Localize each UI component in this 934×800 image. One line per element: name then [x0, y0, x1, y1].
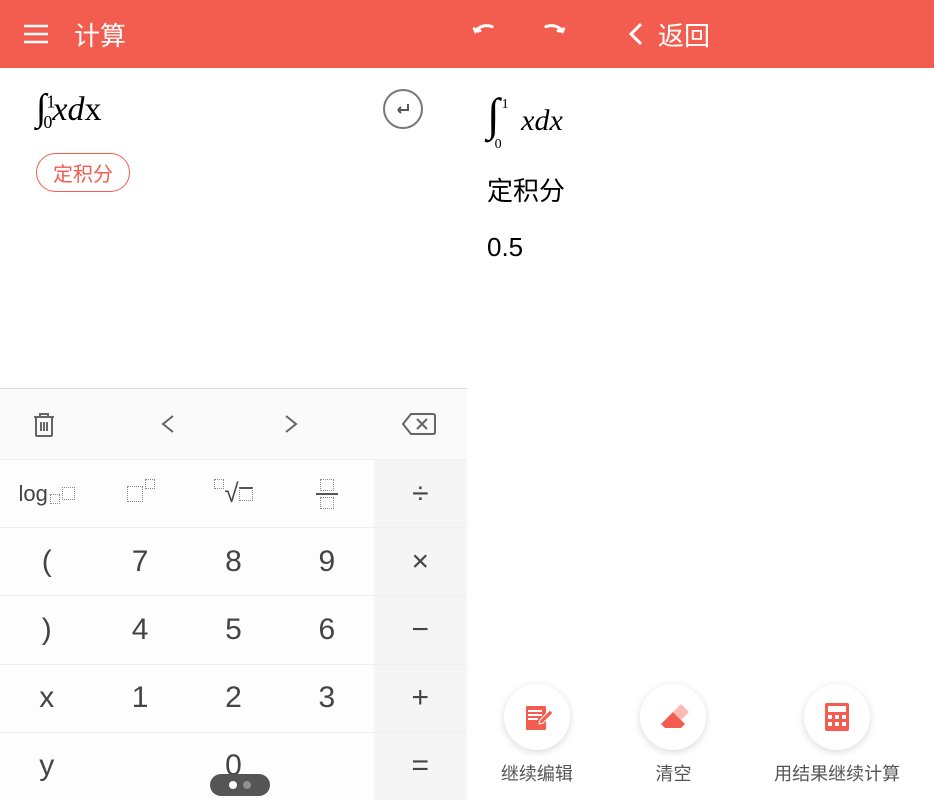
key-x[interactable]: x — [0, 664, 93, 732]
key-3[interactable]: 3 — [280, 664, 373, 732]
expression-row: ∫10xdx — [36, 86, 443, 133]
key-fraction[interactable] — [280, 459, 373, 527]
backspace-icon[interactable] — [401, 411, 437, 437]
edit-button[interactable] — [504, 684, 570, 750]
prev-icon[interactable] — [158, 413, 180, 435]
undo-icon[interactable] — [467, 18, 499, 50]
key-grid: log √ ÷ ( 7 8 9 × ) 4 5 6 − x 1 2 — [0, 459, 467, 800]
key-9[interactable]: 9 — [280, 527, 373, 595]
edit-label: 继续编辑 — [501, 760, 573, 786]
expression-area[interactable]: ∫10xdx 定积分 — [0, 68, 467, 388]
result-expression: ∫10 xdx — [483, 88, 934, 141]
key-minus[interactable]: − — [374, 595, 467, 663]
key-plus[interactable]: + — [374, 664, 467, 732]
key-2[interactable]: 2 — [187, 664, 280, 732]
operation-tag[interactable]: 定积分 — [36, 153, 130, 192]
key-root[interactable]: √ — [187, 459, 280, 527]
key-1[interactable]: 1 — [93, 664, 186, 732]
key-blank2[interactable] — [280, 732, 373, 800]
continue-label: 用结果继续计算 — [774, 760, 900, 786]
continue-button[interactable] — [804, 684, 870, 750]
key-5[interactable]: 5 — [187, 595, 280, 663]
key-lparen[interactable]: ( — [0, 527, 93, 595]
result-value: 0.5 — [483, 232, 934, 263]
action-bar: 继续编辑 清空 用结果继续计算 — [467, 684, 934, 786]
header-mid — [467, 18, 571, 50]
clear-label: 清空 — [655, 760, 691, 786]
key-y[interactable]: y — [0, 732, 93, 800]
left-pane: ∫10xdx 定积分 — [0, 68, 467, 800]
back-label: 返回 — [658, 16, 710, 53]
trash-icon[interactable] — [30, 409, 58, 439]
enter-button[interactable] — [383, 89, 423, 129]
back-button[interactable]: 返回 — [626, 16, 710, 53]
result-pane: ∫10 xdx 定积分 0.5 继续编辑 清空 用结果继续计算 — [467, 68, 934, 800]
page-title: 计算 — [74, 16, 126, 53]
key-equals[interactable]: = — [374, 732, 467, 800]
keypad-toolbar — [0, 389, 467, 459]
result-type-label: 定积分 — [483, 171, 934, 208]
main-area: ∫10xdx 定积分 — [0, 68, 934, 800]
key-power[interactable] — [93, 459, 186, 527]
key-rparen[interactable]: ) — [0, 595, 93, 663]
action-continue: 用结果继续计算 — [774, 684, 900, 786]
page-dot-2 — [243, 781, 251, 789]
key-blank1[interactable] — [93, 732, 186, 800]
key-multiply[interactable]: × — [374, 527, 467, 595]
next-icon[interactable] — [279, 413, 301, 435]
page-indicator[interactable] — [210, 774, 270, 796]
key-6[interactable]: 6 — [280, 595, 373, 663]
action-clear: 清空 — [640, 684, 706, 786]
expression-input[interactable]: ∫10xdx — [36, 86, 102, 133]
key-divide[interactable]: ÷ — [374, 459, 467, 527]
action-edit: 继续编辑 — [501, 684, 573, 786]
key-log[interactable]: log — [0, 459, 93, 527]
page-dot-1 — [229, 781, 237, 789]
redo-icon[interactable] — [539, 18, 571, 50]
clear-button[interactable] — [640, 684, 706, 750]
key-4[interactable]: 4 — [93, 595, 186, 663]
header-left: 计算 — [20, 16, 467, 53]
app-header: 计算 返回 — [0, 0, 934, 68]
keypad: log √ ÷ ( 7 8 9 × ) 4 5 6 − x 1 2 — [0, 388, 467, 800]
key-7[interactable]: 7 — [93, 527, 186, 595]
menu-icon[interactable] — [20, 18, 52, 50]
key-8[interactable]: 8 — [187, 527, 280, 595]
